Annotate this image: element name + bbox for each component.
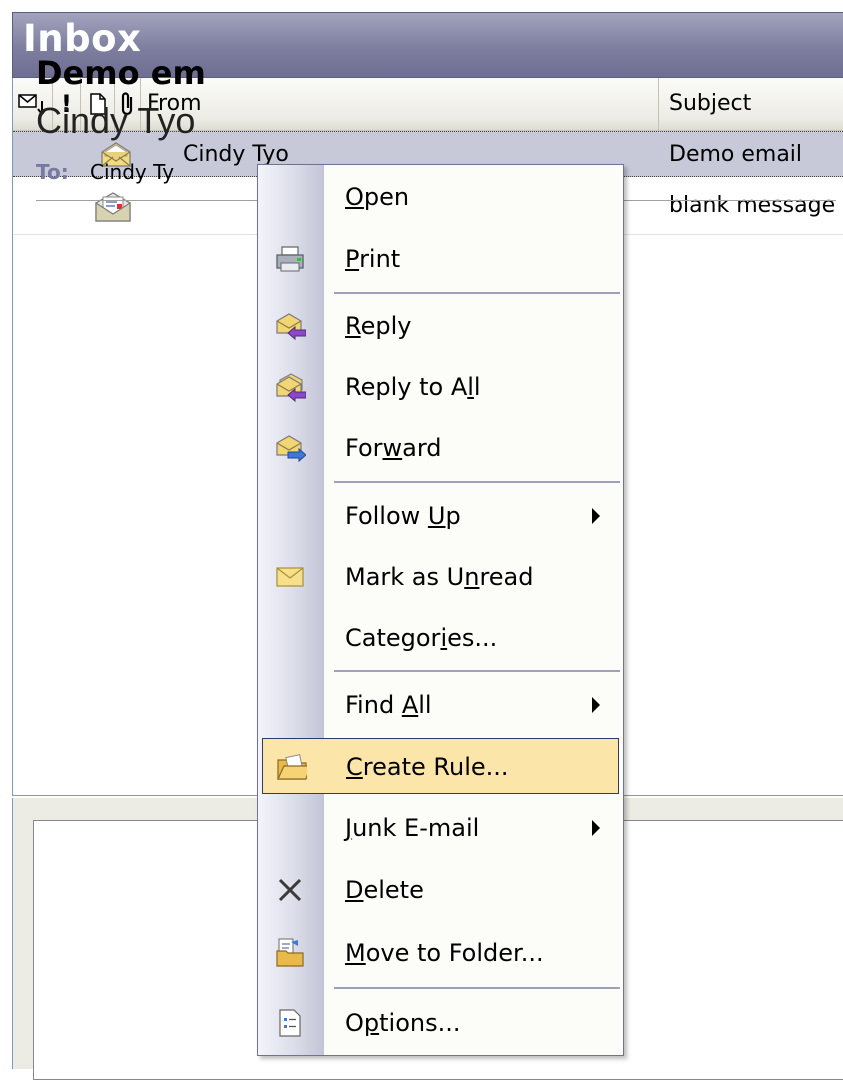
move-to-folder-icon [274, 937, 306, 969]
menu-item-label: Mark as Unread [345, 563, 534, 591]
menu-item-label: Categories... [345, 624, 498, 652]
reply-icon [274, 310, 306, 342]
menu-item-print[interactable]: Print [262, 231, 619, 287]
reading-pane-to-label: To: [36, 160, 69, 184]
printer-icon [274, 243, 306, 275]
menu-item-label: Create Rule... [346, 753, 509, 781]
menu-item-label: Find All [345, 691, 432, 719]
envelope-closed-icon [274, 561, 306, 593]
menu-item-label: Open [345, 183, 410, 211]
menu-item-mark-as-unread[interactable]: Mark as Unread [262, 549, 619, 605]
submenu-arrow-icon [592, 820, 600, 836]
submenu-arrow-icon [592, 508, 600, 524]
menu-item-forward[interactable]: Forward [262, 420, 619, 476]
menu-item-reply-to-all[interactable]: Reply to All [262, 359, 619, 415]
menu-item-label: Reply [345, 312, 412, 340]
reading-pane-subject: Demo em [36, 54, 206, 92]
menu-separator [334, 987, 620, 989]
menu-separator [334, 481, 620, 483]
message-subject: Demo email [669, 141, 803, 167]
column-header-subject[interactable]: Subject [669, 78, 751, 130]
reply-all-icon [274, 371, 306, 403]
menu-item-label: Forward [345, 434, 442, 462]
envelope-doc-icon [93, 177, 133, 234]
menu-item-label: Options... [345, 1009, 461, 1037]
menu-item-find-all[interactable]: Find All [262, 677, 619, 733]
menu-separator [334, 292, 620, 294]
message-subject: blank message [669, 193, 836, 218]
reading-pane-to-value: Cindy Ty [90, 160, 175, 184]
menu-item-delete[interactable]: Delete [262, 862, 619, 918]
options-icon [274, 1007, 306, 1039]
menu-item-label: Delete [345, 876, 424, 904]
menu-item-label: Reply to All [345, 373, 481, 401]
menu-item-categories[interactable]: Categories... [262, 610, 619, 666]
menu-item-label: Move to Folder... [345, 939, 544, 967]
menu-item-create-rule[interactable]: Create Rule... [262, 738, 619, 794]
forward-icon [274, 432, 306, 464]
menu-item-follow-up[interactable]: Follow Up [262, 488, 619, 544]
menu-item-junk-email[interactable]: Junk E-mail [262, 800, 619, 856]
reading-pane-from: Cindy Tyo [36, 100, 196, 141]
menu-item-label: Print [345, 245, 401, 273]
create-rule-icon [275, 751, 307, 783]
context-menu[interactable]: Open Print Reply Reply to All Forward Fo… [257, 164, 624, 1056]
menu-item-label: Follow Up [345, 502, 461, 530]
delete-icon [274, 874, 306, 906]
column-divider-from [141, 78, 659, 130]
menu-item-move-to-folder[interactable]: Move to Folder... [262, 925, 619, 981]
submenu-arrow-icon [592, 697, 600, 713]
menu-item-options[interactable]: Options... [262, 995, 619, 1051]
menu-separator [334, 670, 620, 672]
menu-item-label: Junk E-mail [345, 814, 480, 842]
menu-item-reply[interactable]: Reply [262, 298, 619, 354]
menu-item-open[interactable]: Open [262, 169, 619, 225]
